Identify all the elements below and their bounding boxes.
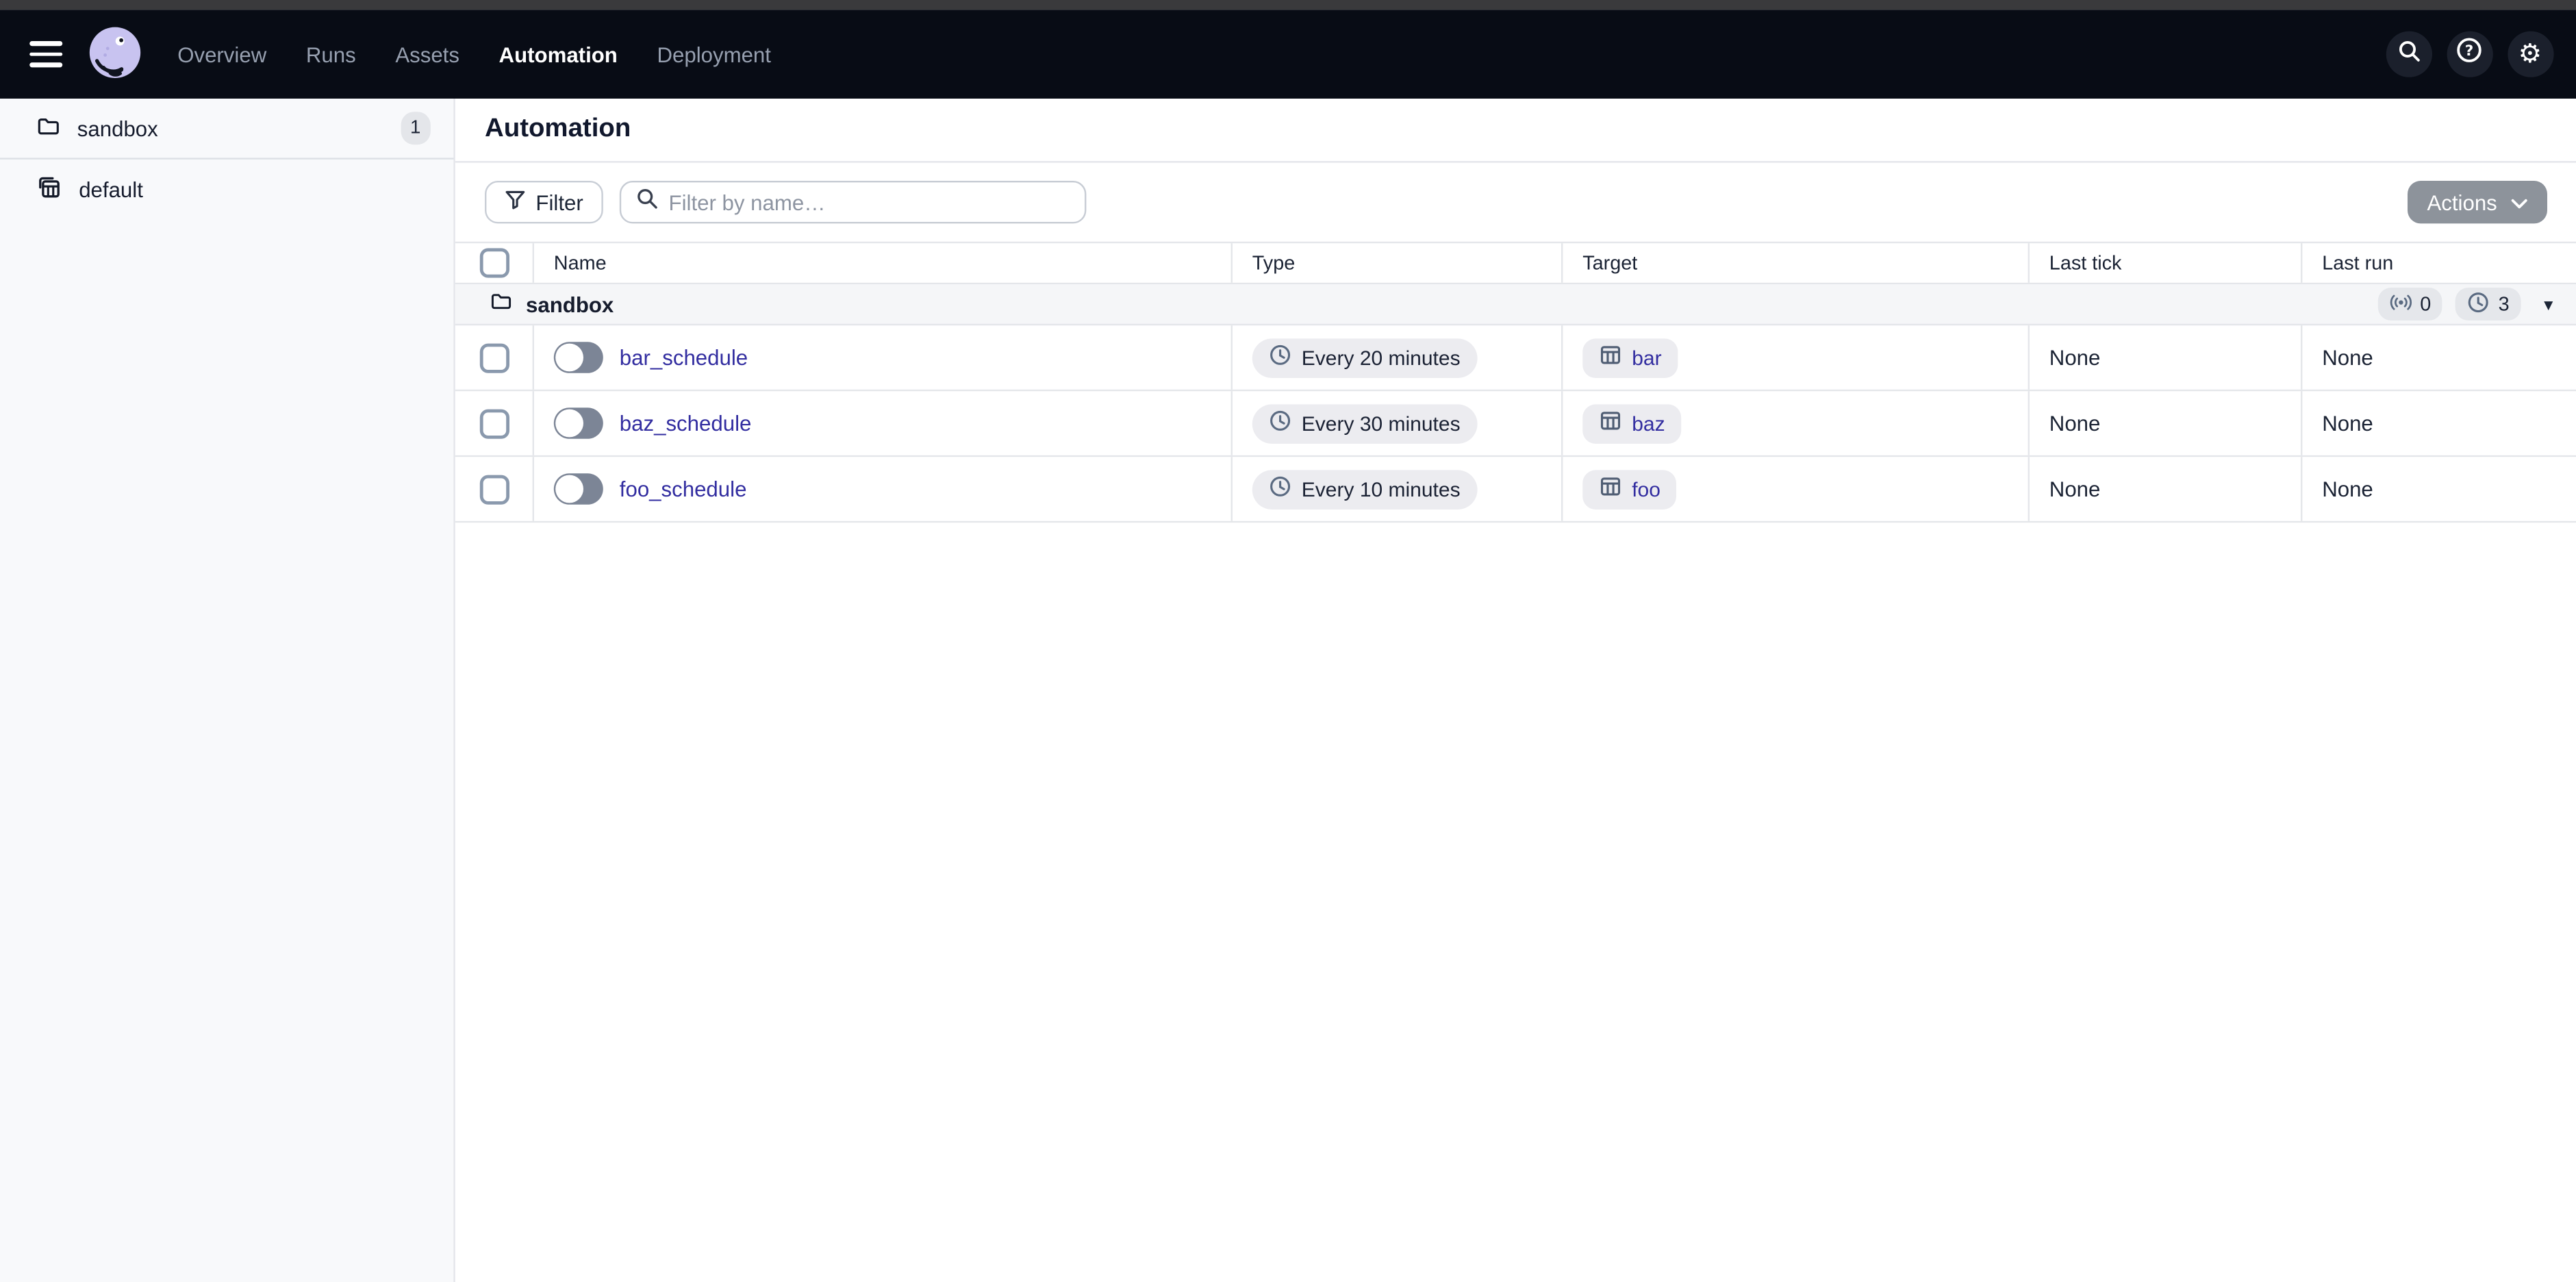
dagster-logo-icon[interactable] (82, 21, 148, 87)
chevron-down-icon (2510, 190, 2527, 214)
funnel-icon (505, 189, 526, 215)
table-row: baz_schedule Every 30 minutes (455, 391, 2576, 457)
table-icon (1599, 410, 1622, 438)
page: Overview Runs Assets Automation Deployme… (0, 0, 2576, 1282)
last-tick-value: None (2049, 477, 2101, 501)
actions-button-label: Actions (2427, 190, 2497, 214)
row-checkbox[interactable] (479, 342, 509, 372)
table-header: Name Type Target Last tick Last run (455, 243, 2576, 284)
automation-table: Name Type Target Last tick Last run sand… (455, 242, 2576, 523)
schedule-link[interactable]: bar_schedule (620, 345, 748, 370)
col-header-name: Name (534, 243, 1233, 283)
clock-icon (2467, 290, 2490, 318)
sensor-count-badge: 0 (2377, 288, 2442, 320)
collapse-group-icon[interactable]: ▾ (2544, 293, 2553, 314)
last-run-value: None (2322, 411, 2373, 436)
col-header-last-run: Last run (2302, 243, 2576, 283)
sensor-count: 0 (2420, 292, 2431, 316)
last-tick-value: None (2049, 345, 2101, 370)
primary-nav: Overview Runs Assets Automation Deployme… (177, 42, 771, 66)
schedule-toggle[interactable] (554, 407, 603, 439)
clock-icon (1269, 475, 1292, 503)
svg-text:?: ? (2465, 42, 2474, 60)
menu-icon[interactable] (29, 41, 62, 67)
last-tick-value: None (2049, 411, 2101, 436)
select-all-checkbox[interactable] (479, 248, 509, 277)
sidebar-item-sandbox[interactable]: sandbox 1 (0, 99, 453, 160)
folder-icon (490, 288, 513, 320)
table-icon (1599, 475, 1622, 503)
sensor-icon (2389, 290, 2412, 318)
schedule-toggle[interactable] (554, 473, 603, 505)
row-checkbox[interactable] (479, 474, 509, 503)
schedule-link[interactable]: foo_schedule (620, 477, 747, 501)
clock-icon (1269, 410, 1292, 438)
schedule-type-chip: Every 10 minutes (1252, 469, 1477, 509)
table-row: bar_schedule Every 20 minutes (455, 325, 2576, 391)
settings-button[interactable]: ⚙ (2507, 32, 2553, 77)
code-location-icon (36, 173, 62, 205)
search-icon (2395, 37, 2421, 71)
group-name: sandbox (526, 292, 614, 316)
schedule-count-badge: 3 (2455, 288, 2521, 320)
sidebar-count-badge: 1 (401, 112, 431, 144)
name-filter-input[interactable] (669, 190, 1070, 214)
schedule-type-chip: Every 30 minutes (1252, 403, 1477, 443)
schedule-link[interactable]: baz_schedule (620, 411, 752, 436)
sidebar-item-label: default (79, 177, 143, 201)
sidebar: sandbox 1 default (0, 99, 455, 1282)
page-header: Automation (455, 99, 2576, 163)
sidebar-group-label: sandbox (77, 116, 158, 140)
col-header-last-tick: Last tick (2030, 243, 2302, 283)
schedule-toggle[interactable] (554, 342, 603, 373)
table-row: foo_schedule Every 10 minutes (455, 457, 2576, 523)
toolbar: Filter Actions (455, 163, 2576, 242)
name-filter-field (620, 181, 1087, 223)
row-checkbox[interactable] (479, 408, 509, 438)
filter-button[interactable]: Filter (485, 181, 603, 223)
page-title: Automation (485, 115, 631, 144)
schedule-type-chip: Every 20 minutes (1252, 338, 1477, 377)
last-run-value: None (2322, 477, 2373, 501)
window-top-strip (0, 0, 2576, 10)
target-chip[interactable]: foo (1582, 469, 1677, 509)
nav-link-runs[interactable]: Runs (306, 42, 356, 66)
search-button[interactable] (2386, 32, 2432, 77)
folder-icon (36, 114, 61, 143)
filter-button-label: Filter (535, 190, 583, 214)
magnifier-icon (636, 186, 659, 218)
nav-link-overview[interactable]: Overview (177, 42, 266, 66)
clock-icon (1269, 344, 1292, 372)
actions-button[interactable]: Actions (2408, 181, 2547, 223)
group-row-sandbox: sandbox 0 (455, 284, 2576, 325)
col-header-type: Type (1233, 243, 1563, 283)
main-content: Automation Filter (455, 99, 2576, 1282)
target-chip[interactable]: bar (1582, 338, 1678, 377)
last-run-value: None (2322, 345, 2373, 370)
target-chip[interactable]: baz (1582, 403, 1681, 443)
help-button[interactable]: ? (2446, 32, 2492, 77)
gear-icon: ⚙ (2518, 41, 2542, 67)
nav-link-assets[interactable]: Assets (395, 42, 459, 66)
table-icon (1599, 344, 1622, 372)
sidebar-item-default[interactable]: default (0, 160, 453, 218)
schedule-count: 3 (2499, 292, 2510, 316)
top-navbar: Overview Runs Assets Automation Deployme… (0, 10, 2576, 99)
nav-link-deployment[interactable]: Deployment (657, 42, 771, 66)
help-icon: ? (2455, 36, 2484, 73)
col-header-target: Target (1563, 243, 2030, 283)
nav-link-automation[interactable]: Automation (499, 42, 618, 66)
